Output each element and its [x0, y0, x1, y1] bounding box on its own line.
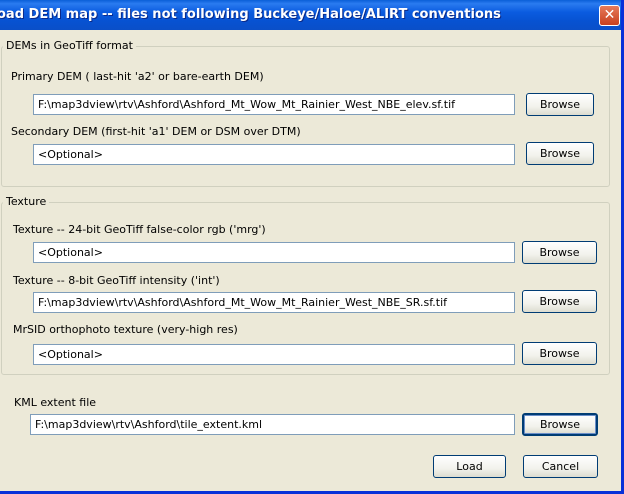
- texture-group-legend: Texture: [3, 195, 50, 208]
- title-bar[interactable]: oad DEM map -- files not following Bucke…: [0, 0, 621, 30]
- primary-dem-input[interactable]: F:\map3dview\rtv\Ashford\Ashford_Mt_Wow_…: [33, 94, 515, 115]
- texture-rgb-browse-button[interactable]: Browse: [522, 241, 597, 264]
- primary-dem-browse-button[interactable]: Browse: [526, 93, 594, 116]
- texture-intensity-browse-button[interactable]: Browse: [522, 290, 597, 313]
- mrsid-browse-button[interactable]: Browse: [522, 342, 597, 365]
- kml-browse-button[interactable]: Browse: [522, 413, 598, 436]
- dem-group: DEMs in GeoTiff format: [1, 39, 610, 187]
- mrsid-input[interactable]: <Optional>: [33, 344, 515, 365]
- texture-intensity-input[interactable]: F:\map3dview\rtv\Ashford\Ashford_Mt_Wow_…: [33, 292, 515, 313]
- secondary-dem-label: Secondary DEM (first-hit 'a1' DEM or DSM…: [11, 125, 301, 138]
- cancel-button[interactable]: Cancel: [523, 455, 598, 478]
- secondary-dem-browse-button[interactable]: Browse: [526, 142, 594, 165]
- window-title: oad DEM map -- files not following Bucke…: [0, 7, 501, 22]
- close-icon[interactable]: ✕: [599, 5, 620, 26]
- dialog-window: oad DEM map -- files not following Bucke…: [0, 0, 624, 494]
- texture-rgb-label: Texture -- 24-bit GeoTiff false-color rg…: [13, 223, 266, 236]
- texture-intensity-label: Texture -- 8-bit GeoTiff intensity ('int…: [13, 274, 220, 287]
- dem-group-legend: DEMs in GeoTiff format: [3, 39, 136, 52]
- primary-dem-label: Primary DEM ( last-hit 'a2' or bare-eart…: [11, 70, 264, 83]
- load-button[interactable]: Load: [433, 455, 506, 478]
- texture-rgb-input[interactable]: <Optional>: [33, 242, 515, 263]
- mrsid-label: MrSID orthophoto texture (very-high res): [13, 323, 238, 336]
- kml-input[interactable]: F:\map3dview\rtv\Ashford\tile_extent.kml: [30, 414, 515, 435]
- secondary-dem-input[interactable]: <Optional>: [33, 144, 515, 165]
- kml-label: KML extent file: [14, 396, 97, 409]
